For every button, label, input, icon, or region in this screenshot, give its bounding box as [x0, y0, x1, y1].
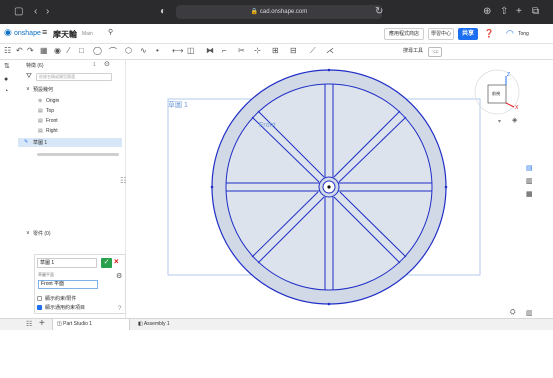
add-tab-icon[interactable]: + [39, 318, 45, 329]
origin-point [327, 185, 331, 189]
canvas-plane-label: Front [259, 122, 276, 129]
tab-part-studio[interactable]: ◫ Part Studio 1 [52, 319, 130, 330]
view-cube-face-label[interactable]: 前視 [492, 91, 500, 97]
tab-assembly-label: Assembly 1 [143, 321, 170, 327]
canvas-sketch-label: 草圖 1 [168, 102, 188, 109]
x-axis-arrow [505, 102, 515, 108]
right-panel-icon-2[interactable]: ▥ [526, 177, 533, 185]
tab-manager-icon[interactable]: ☷ [26, 320, 32, 328]
x-axis-label: X [515, 105, 519, 111]
right-panel-icon-1[interactable]: ▤ [526, 164, 533, 172]
measure-icon[interactable]: ⛭ [510, 309, 516, 317]
view-dropdown-icon[interactable]: ▾ [498, 118, 501, 125]
tab-part-studio-label: Part Studio 1 [63, 321, 93, 327]
right-panel-icon-3[interactable]: ▦ [526, 190, 533, 198]
tab-assembly[interactable]: ◧ Assembly 1 [134, 319, 196, 330]
layout-icon[interactable]: ▥ [526, 309, 533, 317]
display-mode-icon[interactable]: ◈ [512, 116, 517, 124]
z-axis-label: Z [507, 72, 511, 78]
